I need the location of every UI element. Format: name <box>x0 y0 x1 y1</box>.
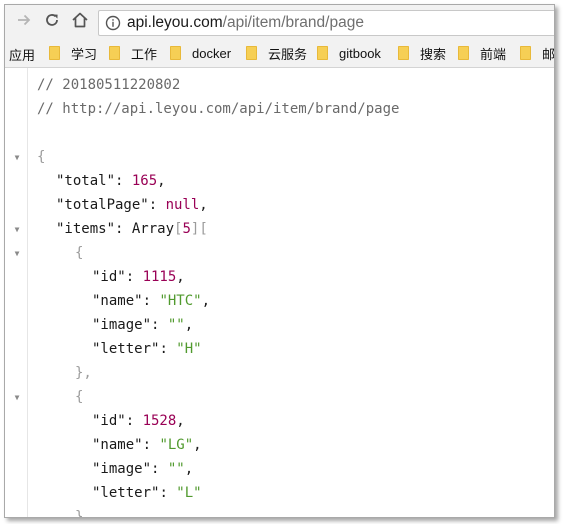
folder-icon <box>170 46 181 60</box>
url-text[interactable]: api.leyou.com/api/item/brand/page <box>127 14 364 32</box>
json-key: "name" <box>92 437 143 453</box>
json-line: { <box>75 241 83 265</box>
comment-line: // http://api.leyou.com/api/item/brand/p… <box>37 97 399 121</box>
folder-icon <box>317 46 328 60</box>
reload-icon <box>44 12 60 33</box>
fold-toggle-icon[interactable]: ▼ <box>13 218 21 242</box>
json-string: "" <box>167 317 185 333</box>
bookmark-label: 学习 <box>71 46 98 62</box>
folder-icon <box>49 46 60 60</box>
folder-icon <box>458 46 469 60</box>
bookmark-label: 前端 <box>480 46 507 62</box>
json-line: "id": 1115, <box>92 269 185 285</box>
json-string: "L" <box>176 485 202 501</box>
json-line: "image": "", <box>92 461 194 477</box>
json-key: "image" <box>92 461 152 477</box>
json-line: }, <box>75 361 92 385</box>
browser-toolbar: api.leyou.com/api/item/brand/page <box>5 5 554 39</box>
close-brace: }, <box>75 509 92 517</box>
json-key: "total" <box>56 173 116 189</box>
bookmark-label: 搜索 <box>420 46 447 62</box>
bookmark-apps[interactable]: 应用 <box>9 45 35 64</box>
json-line: "total": 165, <box>56 173 166 189</box>
fold-toggle-icon[interactable]: ▼ <box>13 242 21 266</box>
bookmark-folder-you[interactable]: 邮 <box>520 45 555 62</box>
address-bar[interactable]: api.leyou.com/api/item/brand/page <box>98 10 554 36</box>
info-icon[interactable] <box>105 15 121 36</box>
json-key: "id" <box>92 413 126 429</box>
json-line: { <box>75 385 83 409</box>
folder-icon <box>520 46 531 60</box>
open-brace: { <box>37 149 46 165</box>
json-line: "image": "", <box>92 317 194 333</box>
json-line: "letter": "H" <box>92 341 202 357</box>
comment-timestamp: // 20180511220802 <box>37 77 181 93</box>
json-line: "letter": "L" <box>92 485 202 501</box>
json-key: "id" <box>92 269 126 285</box>
json-line: }, <box>75 505 92 517</box>
bookmark-label: 邮 <box>542 46 555 62</box>
open-brace: { <box>75 245 84 261</box>
bookmark-label: 云服务 <box>268 46 308 62</box>
json-key: "totalPage" <box>56 197 149 213</box>
url-domain: api.leyou.com <box>127 14 223 31</box>
json-line: "name": "HTC", <box>92 293 211 309</box>
json-line: "totalPage": null, <box>56 197 208 213</box>
json-number: 165 <box>131 173 158 189</box>
json-line: "items": Array[5][ <box>56 221 208 237</box>
bookmark-folder-gongzuo[interactable]: 工作 <box>109 45 158 62</box>
bookmark-folder-qianduan[interactable]: 前端 <box>458 45 507 62</box>
json-line: { <box>37 145 45 169</box>
fold-toggle-icon[interactable]: ▼ <box>13 386 21 410</box>
bookmark-label: gitbook <box>339 45 381 61</box>
comment-line: // 20180511220802 <box>37 73 180 97</box>
json-null: null <box>165 197 200 213</box>
json-key: "letter" <box>92 341 160 357</box>
json-key: "image" <box>92 317 152 333</box>
json-string: "HTC" <box>159 293 202 309</box>
bookmark-label: docker <box>192 45 232 61</box>
json-string: "LG" <box>159 437 194 453</box>
json-line: "id": 1528, <box>92 413 185 429</box>
json-string: "" <box>167 461 185 477</box>
array-type: Array <box>131 221 175 237</box>
bookmark-folder-xuexi[interactable]: 学习 <box>49 45 98 62</box>
json-string: "H" <box>176 341 202 357</box>
bookmarks-bar: 应用 学习 工作 docker 云服务 gitbook 搜索 前端 邮 <box>5 39 554 68</box>
forward-arrow-icon <box>16 12 32 33</box>
folder-icon <box>246 46 257 60</box>
json-line: "name": "LG", <box>92 437 202 453</box>
fold-gutter <box>5 68 28 517</box>
bookmark-label: 工作 <box>131 46 158 62</box>
reload-button[interactable] <box>41 11 63 33</box>
folder-icon <box>109 46 120 60</box>
home-button[interactable] <box>69 11 91 33</box>
close-brace: }, <box>75 365 92 381</box>
forward-button[interactable] <box>13 11 35 33</box>
bookmark-folder-yunfuwu[interactable]: 云服务 <box>246 45 308 62</box>
json-number: 1115 <box>142 269 177 285</box>
json-key: "items" <box>56 221 116 237</box>
comment-url: // http://api.leyou.com/api/item/brand/p… <box>37 101 400 117</box>
json-viewer: // 20180511220802 // http://api.leyou.co… <box>5 68 554 517</box>
bookmark-folder-gitbook[interactable]: gitbook <box>317 45 381 61</box>
open-brace: { <box>75 389 84 405</box>
json-key: "name" <box>92 293 143 309</box>
folder-icon <box>398 46 409 60</box>
bookmark-folder-docker[interactable]: docker <box>170 45 231 61</box>
array-length: 5 <box>182 221 191 237</box>
home-icon <box>71 11 89 34</box>
fold-toggle-icon[interactable]: ▼ <box>13 146 21 170</box>
bookmark-folder-sousuo[interactable]: 搜索 <box>398 45 447 62</box>
url-path: /api/item/brand/page <box>222 14 364 31</box>
json-key: "letter" <box>92 485 160 501</box>
json-number: 1528 <box>142 413 177 429</box>
browser-window: api.leyou.com/api/item/brand/page 应用 学习 … <box>4 4 555 518</box>
